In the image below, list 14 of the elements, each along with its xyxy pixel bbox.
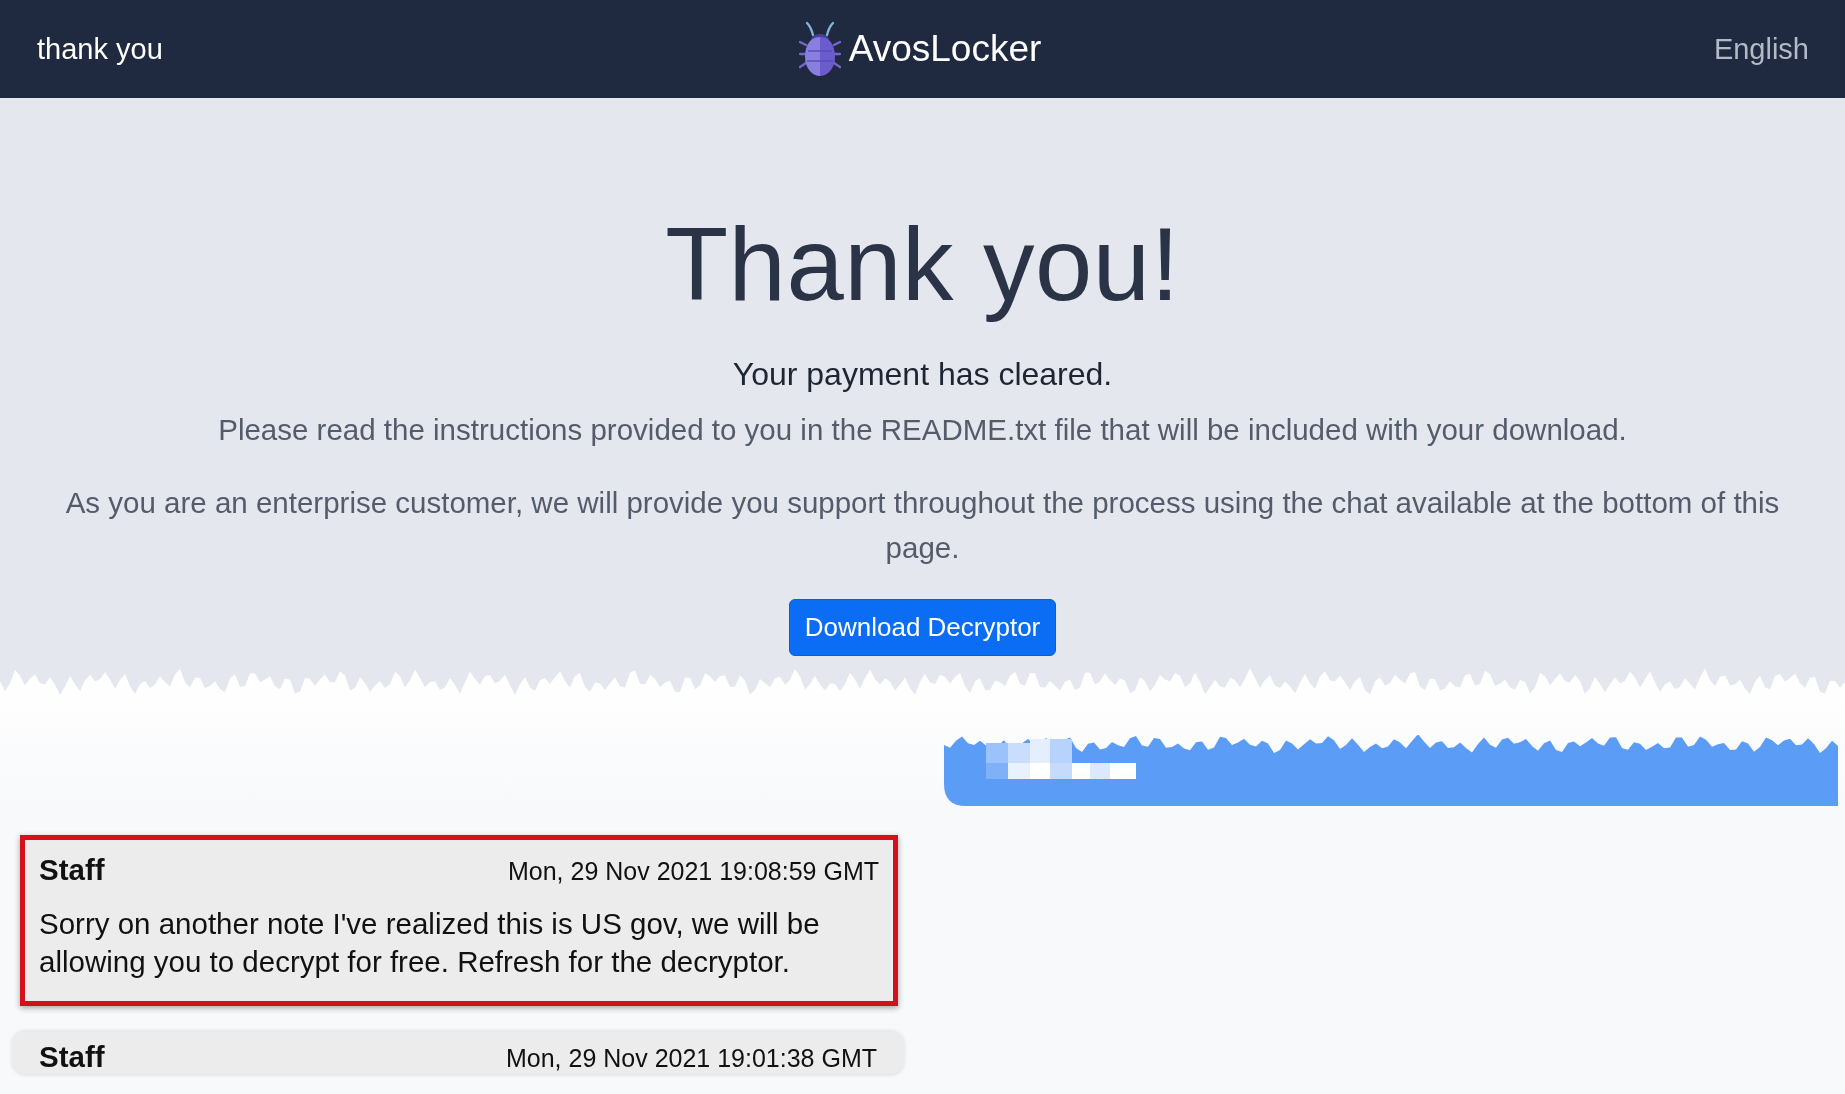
page-heading: Thank you!: [665, 208, 1180, 321]
page-title: thank you: [37, 32, 163, 66]
brand-name: AvosLocker: [848, 28, 1042, 70]
instruction-text: As you are an enterprise customer, we will provide you support throughout the process using the chat available at the bottom of this page.: [64, 485, 1781, 566]
message-sender: Staff: [39, 1040, 105, 1074]
instruction-text: Please read the instructions provided to you in the README.txt file that will be included with your download.: [218, 412, 1627, 448]
message-timestamp: Mon, 29 Nov 2021 19:01:38 GMT: [505, 1044, 877, 1073]
language-link[interactable]: English: [1713, 32, 1809, 66]
payment-status-text: Your payment has cleared.: [732, 355, 1113, 393]
message-sender: Staff: [39, 853, 105, 887]
download-decryptor-button[interactable]: Download Decryptor: [788, 599, 1057, 656]
message-text: Sorry on another note I've realized this is US gov, we will be allowing you to decrypt for free. Refresh for the decryptor.: [39, 906, 821, 980]
message-timestamp: Mon, 29 Nov 2021 19:08:59 GMT: [507, 857, 879, 886]
bug-icon: [798, 20, 841, 78]
